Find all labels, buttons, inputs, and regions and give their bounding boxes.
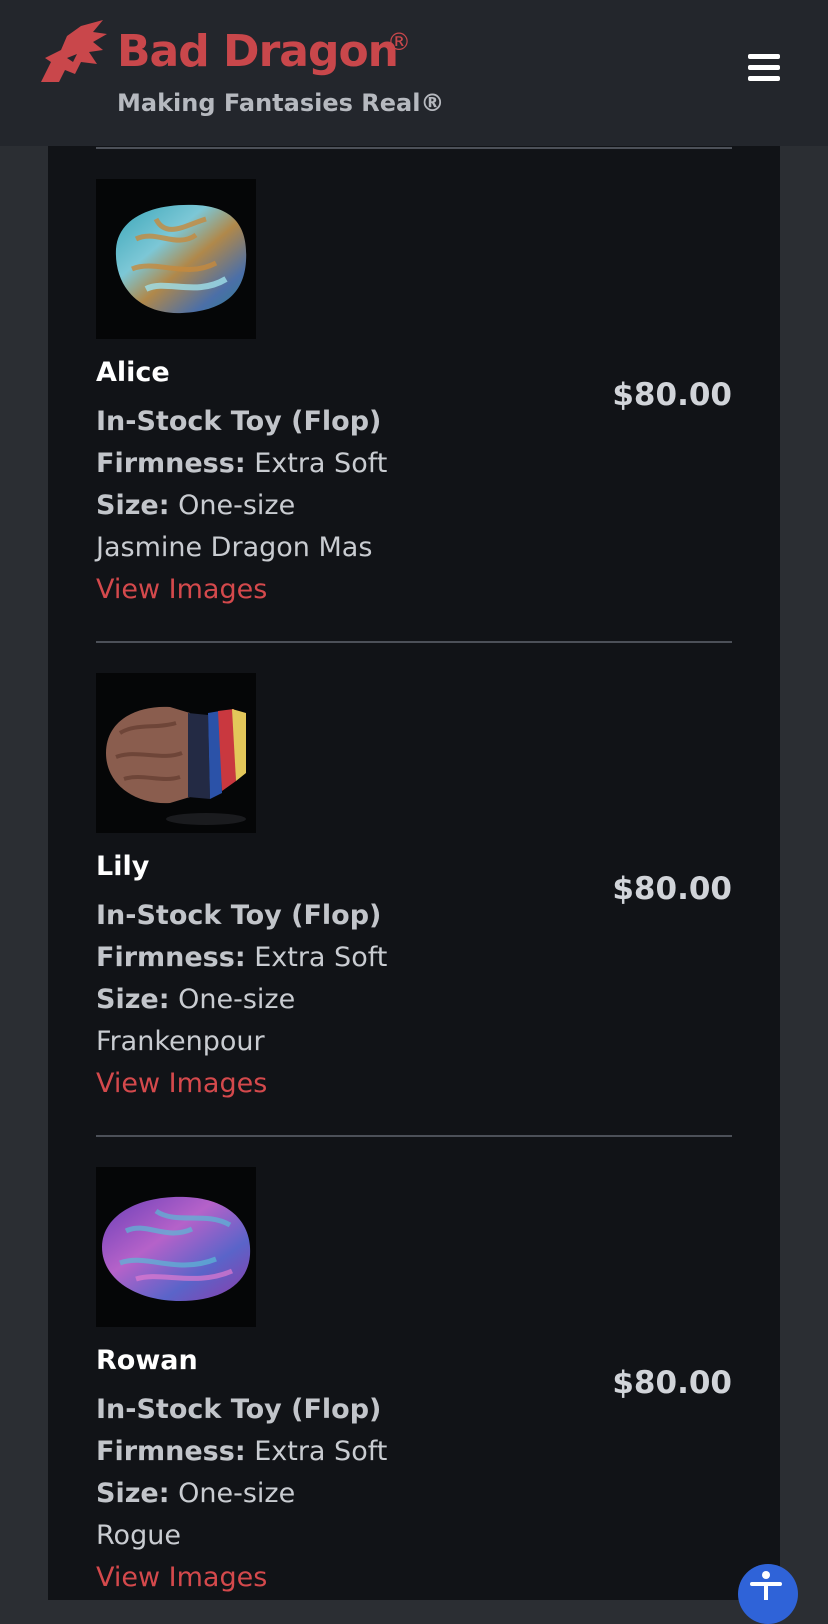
list-item: Alice $80.00 In-Stock Toy (Flop) Firmnes… <box>96 179 732 619</box>
divider <box>96 1135 732 1137</box>
firmness-label: Firmness: <box>96 448 246 479</box>
view-images-link[interactable]: View Images <box>96 572 267 608</box>
size-value: One-size <box>169 984 296 1015</box>
product-price: $80.00 <box>612 1365 732 1401</box>
registered-mark: ® <box>387 28 411 56</box>
list-item: Rowan $80.00 In-Stock Toy (Flop) Firmnes… <box>96 1167 732 1607</box>
product-type: In-Stock Toy (Flop) <box>96 406 382 437</box>
product-firmness: Firmness: Extra Soft <box>96 940 387 976</box>
product-name[interactable]: Alice <box>96 355 170 391</box>
product-firmness: Firmness: Extra Soft <box>96 446 387 482</box>
brand-name[interactable]: Bad Dragon <box>117 22 399 82</box>
dragon-head-icon[interactable] <box>37 20 109 90</box>
firmness-value: Extra Soft <box>245 1436 388 1467</box>
size-label: Size: <box>96 490 170 521</box>
size-value: One-size <box>169 1478 296 1509</box>
product-colorway: Rogue <box>96 1520 181 1551</box>
product-colorway: Frankenpour <box>96 1026 265 1057</box>
product-thumbnail[interactable] <box>96 179 256 339</box>
view-images-link[interactable]: View Images <box>96 1560 267 1596</box>
list-item: Lily $80.00 In-Stock Toy (Flop) Firmness… <box>96 673 732 1113</box>
view-images-link[interactable]: View Images <box>96 1066 267 1102</box>
firmness-label: Firmness: <box>96 942 246 973</box>
size-label: Size: <box>96 1478 170 1509</box>
product-name[interactable]: Lily <box>96 849 149 885</box>
brand-tagline: Making Fantasies Real® <box>117 89 445 117</box>
firmness-value: Extra Soft <box>245 942 388 973</box>
product-size: Size: One-size <box>96 1476 295 1512</box>
firmness-label: Firmness: <box>96 1436 246 1467</box>
divider <box>96 641 732 643</box>
product-size: Size: One-size <box>96 982 295 1018</box>
size-value: One-size <box>169 490 296 521</box>
product-price: $80.00 <box>612 377 732 413</box>
product-size: Size: One-size <box>96 488 295 524</box>
product-name[interactable]: Rowan <box>96 1343 198 1379</box>
product-colorway: Jasmine Dragon Mas <box>96 532 373 563</box>
size-label: Size: <box>96 984 170 1015</box>
divider <box>96 147 732 149</box>
hamburger-menu-button[interactable] <box>740 48 790 88</box>
product-type: In-Stock Toy (Flop) <box>96 900 382 931</box>
product-price: $80.00 <box>612 871 732 907</box>
site-header: Bad Dragon ® Making Fantasies Real® <box>0 0 828 146</box>
product-firmness: Firmness: Extra Soft <box>96 1434 387 1470</box>
accessibility-button[interactable] <box>738 1564 798 1624</box>
product-thumbnail[interactable] <box>96 673 256 833</box>
product-thumbnail[interactable] <box>96 1167 256 1327</box>
product-type: In-Stock Toy (Flop) <box>96 1394 382 1425</box>
firmness-value: Extra Soft <box>245 448 388 479</box>
